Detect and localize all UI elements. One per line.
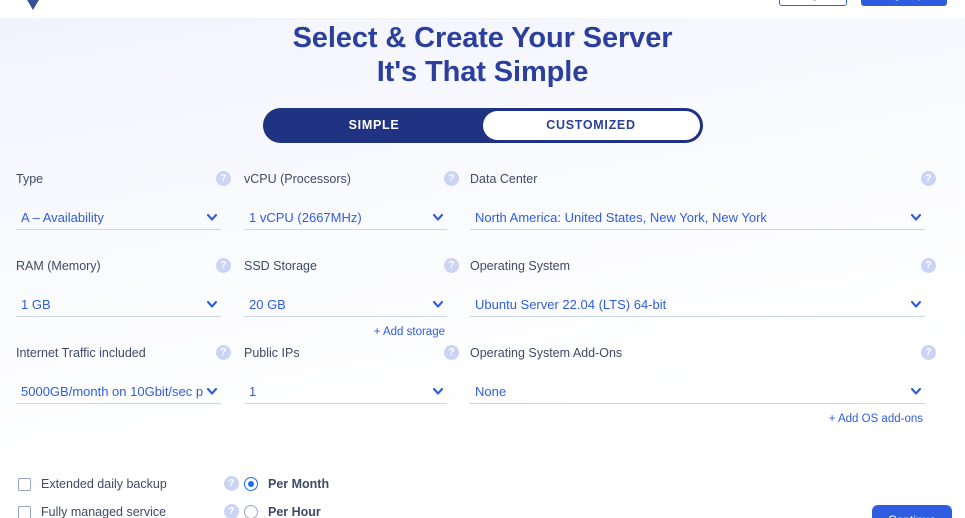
field-type-label: Type [16,172,44,186]
option-per-month-label: Per Month [268,477,330,491]
form-row-3: Internet Traffic included ? 5000GB/month… [0,345,965,434]
select-os-value: Ubuntu Server 22.04 (LTS) 64-bit [475,296,667,312]
field-public-ips-label: Public IPs [244,346,300,360]
add-os-addons-link[interactable]: + Add OS add-ons [829,413,923,425]
chevron-down-icon [205,384,219,398]
help-icon-traffic[interactable]: ? [216,345,231,360]
field-datacenter: Data Center ? North America: United Stat… [470,171,936,230]
login-button[interactable]: Login [779,0,847,6]
chevron-down-icon [205,210,219,224]
field-ram-label: RAM (Memory) [16,259,101,273]
help-icon-ram[interactable]: ? [216,258,231,273]
form-row-1: Type ? A – Availability vCPU (Processors… [0,171,965,260]
field-ram: RAM (Memory) ? 1 GB [16,258,231,317]
field-storage-label: SSD Storage [244,259,317,273]
field-os-addons-label: Operating System Add-Ons [470,346,623,360]
option-per-hour[interactable]: Per Hour [244,500,321,518]
checkbox-extended-backup[interactable] [18,477,31,491]
radio-per-hour[interactable] [244,505,258,518]
help-icon-datacenter[interactable]: ? [921,171,936,186]
checkbox-fully-managed[interactable] [18,505,31,518]
mode-toggle: SIMPLE CUSTOMIZED [262,107,703,143]
option-fully-managed-label: Fully managed service [41,505,167,518]
option-per-hour-label: Per Hour [268,505,321,518]
top-navigation-bar: Login Sign Up [0,0,965,18]
field-os-addons: Operating System Add-Ons ? None + Add OS… [470,345,936,425]
select-ram-value: 1 GB [21,296,51,312]
field-os: Operating System ? Ubuntu Server 22.04 (… [470,258,936,317]
chevron-down-icon [909,210,923,224]
page-title: Select & Create Your Server It's That Si… [0,18,965,90]
chevron-down-icon [909,384,923,398]
chevron-down-icon [431,297,445,311]
chevron-down-icon [205,297,219,311]
select-vcpu[interactable]: 1 vCPU (2667MHz) [244,206,447,230]
signup-button[interactable]: Sign Up [861,0,947,6]
help-icon-fully-managed[interactable]: ? [224,504,239,518]
field-vcpu: vCPU (Processors) ? 1 vCPU (2667MHz) [244,171,459,230]
add-storage-link[interactable]: + Add storage [374,326,445,338]
page-title-line-1: Select & Create Your Server [292,22,673,54]
option-fully-managed[interactable]: Fully managed service ? [18,500,239,518]
select-os-addons[interactable]: None [470,380,925,404]
select-datacenter-value: North America: United States, New York, … [475,209,767,225]
field-os-label: Operating System [470,259,571,273]
help-icon-os[interactable]: ? [921,258,936,273]
field-type: Type ? A – Availability [16,171,231,230]
help-icon-os-addons[interactable]: ? [921,345,936,360]
select-traffic-value: 5000GB/month on 10Gbit/sec p [21,383,204,399]
field-traffic-label: Internet Traffic included [16,346,146,360]
radio-per-month[interactable] [244,477,258,491]
site-logo-icon[interactable] [18,0,48,12]
help-icon-extended-backup[interactable]: ? [224,476,239,491]
tab-customized[interactable]: CUSTOMIZED [482,110,700,140]
form-row-2: RAM (Memory) ? 1 GB SSD Storage ? 20 GB [0,258,965,347]
help-icon-vcpu[interactable]: ? [444,171,459,186]
field-traffic: Internet Traffic included ? 5000GB/month… [16,345,231,404]
help-icon-type[interactable]: ? [216,171,231,186]
select-traffic[interactable]: 5000GB/month on 10Gbit/sec p [16,380,221,404]
help-icon-storage[interactable]: ? [444,258,459,273]
topbar-actions: Login Sign Up [779,0,947,6]
server-configuration-form: Type ? A – Availability vCPU (Processors… [0,171,965,434]
field-datacenter-label: Data Center [470,172,538,186]
option-extended-backup[interactable]: Extended daily backup ? [18,472,239,496]
help-icon-public-ips[interactable]: ? [444,345,459,360]
page-title-line-2: It's That Simple [376,55,589,88]
select-ram[interactable]: 1 GB [16,293,221,317]
select-public-ips[interactable]: 1 [244,380,447,404]
option-extended-backup-label: Extended daily backup [41,477,167,491]
select-os-addons-value: None [475,383,507,399]
continue-button[interactable]: Continue [872,505,952,518]
select-os[interactable]: Ubuntu Server 22.04 (LTS) 64-bit [470,293,925,317]
field-vcpu-label: vCPU (Processors) [244,172,351,186]
chevron-down-icon [431,210,445,224]
select-vcpu-value: 1 vCPU (2667MHz) [249,209,362,225]
chevron-down-icon [909,297,923,311]
tab-simple[interactable]: SIMPLE [266,111,483,140]
select-public-ips-value: 1 [249,383,257,399]
select-type[interactable]: A – Availability [16,206,221,230]
option-per-month[interactable]: Per Month [244,472,329,496]
select-storage-value: 20 GB [249,296,286,312]
select-storage[interactable]: 20 GB [244,293,447,317]
field-public-ips: Public IPs ? 1 [244,345,459,404]
configurator-page: Select & Create Your Server It's That Si… [0,18,965,518]
select-datacenter[interactable]: North America: United States, New York, … [470,206,925,230]
select-type-value: A – Availability [21,209,104,225]
chevron-down-icon [431,384,445,398]
field-storage: SSD Storage ? 20 GB + Add storage [244,258,459,338]
options-section: Extended daily backup ? Fully managed se… [0,468,965,518]
